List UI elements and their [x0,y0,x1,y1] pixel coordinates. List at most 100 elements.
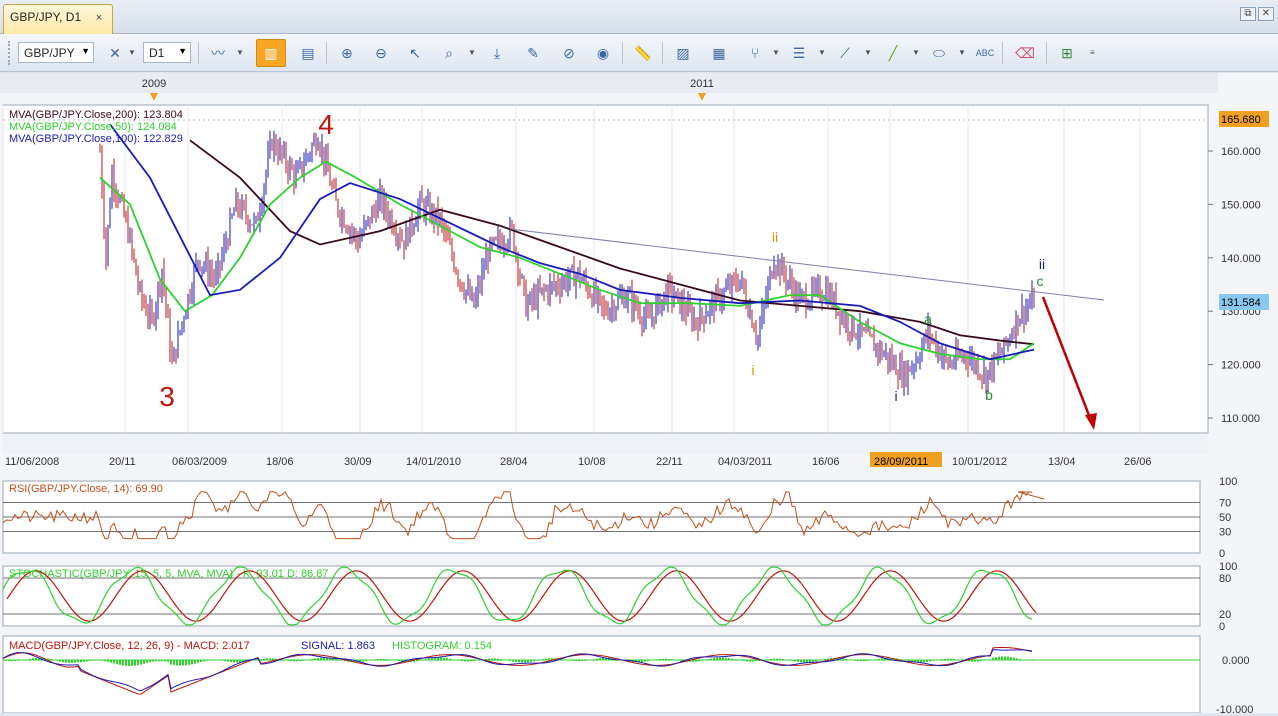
wave-label-a: a [924,311,932,327]
toolbar-separator [662,42,663,64]
wave-label-c: c [1037,273,1044,289]
rsi-tick-label: 0 [1219,548,1225,560]
stochastic-tick-label: 0 [1219,621,1225,633]
template-icon[interactable]: ▤ [297,42,319,64]
crosshair-icon[interactable]: ⊘ [558,42,580,64]
restore-icon[interactable]: ⧉ [1240,7,1256,21]
ruler-icon[interactable]: 📏 [632,42,654,64]
rsi-tick-label: 100 [1219,476,1237,488]
wave-label-i-minor: i [751,362,754,378]
macd-label: MACD(GBP/JPY.Close, 12, 26, 9) - MACD: 2… [9,640,250,652]
price-panel [2,104,1209,434]
timeframe-select[interactable]: D1 ▼ [143,42,191,63]
price-axis: 160.000150.000140.000130.000120.000110.0… [1208,146,1261,425]
window-close-icon[interactable]: ✕ [1258,7,1274,21]
zoom-in-icon[interactable]: ⊕ [336,42,358,64]
macd-axis: 0.000 -10.000 [1216,655,1253,716]
macd-signal-label: SIGNAL: 1.863 [301,640,375,652]
chart-tab-title: GBP/JPY, D1 [10,10,82,24]
symbol-select[interactable]: GBP/JPY ▼ [18,42,94,63]
date-label: 28/04 [500,456,528,468]
current-price-value: 131.584 [1221,297,1261,309]
stochastic-tick-label: 80 [1219,573,1231,585]
line-chart-icon[interactable]: 〰 [207,42,229,64]
toolbar-separator [326,42,327,64]
chevron-down-icon[interactable]: ▼ [912,48,920,57]
remove-indicator-icon[interactable]: ✕ [104,42,126,64]
date-label: 04/03/2011 [718,456,772,468]
wave-label-4: 4 [318,109,334,140]
toolbar-separator [622,42,623,64]
wave-label-3: 3 [159,381,175,412]
object-list-icon[interactable]: ⊞ [1056,42,1078,64]
toolbar-separator [198,42,199,64]
channel-icon[interactable]: ☰ [788,42,810,64]
date-label: 14/01/2010 [406,456,461,468]
date-label: 30/09 [344,456,372,468]
date-label: 26/06 [1124,456,1152,468]
date-axis-labels: 11/06/2008 20/11 06/03/2009 18/06 30/09 14/01… [5,456,1152,468]
close-icon[interactable]: × [92,11,106,25]
wave-label-b: b [985,387,993,403]
toolbar-grip[interactable] [8,41,12,65]
rsi-tick-label: 50 [1219,512,1231,524]
chart-area[interactable]: 2009 2011 160.000 150.000 140.000 130.000 12… [0,73,1278,716]
rsi-axis: 100 70 50 30 0 [1219,476,1237,560]
fan-icon[interactable]: ⟋ [834,42,856,64]
trendline-icon[interactable]: ╱ [882,42,904,64]
year-label: 2011 [690,78,714,90]
chart-toolbar: GBP/JPY ▼ ✕ ▼ D1 ▼ 〰 ▼ ▥ ▤ ⊕ ⊖ ↖ ⌕ ▼ ⤓ ✎ ⊘… [0,34,1278,72]
date-label: 10/08 [578,456,606,468]
macd-histogram-label: HISTOGRAM: 0.154 [392,640,492,652]
chevron-down-icon[interactable]: ▼ [772,48,780,57]
chevron-down-icon[interactable]: ▼ [236,48,244,57]
symbol-select-value: GBP/JPY [24,46,75,60]
ellipse-icon[interactable]: ⬭ [928,42,950,64]
chevron-down-icon[interactable]: ▼ [864,48,872,57]
year-label: 2009 [142,78,166,90]
wave-label-i: i [894,388,897,404]
date-label: 22/11 [656,456,683,468]
legend-mva-200: MVA(GBP/JPY.Close,200): 123.804 [9,109,183,121]
chart-tab[interactable]: GBP/JPY, D1 × [3,4,113,34]
fork-icon[interactable]: ⑂ [744,42,766,64]
price-tick-label: 140.000 [1221,253,1261,265]
globe-icon[interactable]: ◉ [592,42,614,64]
tab-bar: GBP/JPY, D1 × ⧉ ✕ [0,0,1278,34]
layout-icon[interactable]: ▦ [708,42,730,64]
macd-tick-label: 0.000 [1222,655,1250,667]
price-tick-label: 150.000 [1221,199,1261,211]
auto-scroll-icon[interactable]: ⤓ [486,42,508,64]
chevron-down-icon[interactable]: ▼ [958,48,966,57]
year-band [0,73,1218,93]
chevron-down-icon[interactable]: ▼ [128,48,136,57]
date-label: 20/11 [109,456,136,468]
stochastic-tick-label: 100 [1219,561,1237,573]
chart-shift-icon[interactable]: ✎ [522,42,544,64]
rsi-label: RSI(GBP/JPY.Close, 14): 69.90 [9,483,163,495]
date-label: 13/04 [1048,456,1076,468]
date-label: 06/03/2009 [172,456,227,468]
price-tick-label: 160.000 [1221,146,1261,158]
bar-chart-icon[interactable]: ▥ [256,39,286,67]
date-label: 18/06 [266,456,294,468]
price-tick-label: 110.000 [1221,413,1260,425]
toolbar-overflow-icon[interactable]: ≡ [1090,48,1095,57]
cursor-icon[interactable]: ↖ [404,42,426,64]
wave-label-ii-minor: ii [772,229,778,245]
image-icon[interactable]: ▨ [672,42,694,64]
toolbar-separator [1046,42,1047,64]
date-label: 28/09/2011 [874,456,928,468]
text-label-icon[interactable]: ABC [974,42,996,64]
zoom-out-icon[interactable]: ⊖ [370,42,392,64]
chart-canvas[interactable]: 2009 2011 160.000150.000140.000130.00012… [0,73,1278,716]
chevron-down-icon[interactable]: ▼ [818,48,826,57]
chevron-down-icon[interactable]: ▼ [468,48,476,57]
eraser-icon[interactable]: ⌫ [1014,42,1036,64]
price-tick-label: 120.000 [1221,360,1261,372]
stochastic-axis: 10080 200 [1219,561,1237,633]
chevron-down-icon: ▼ [178,46,187,56]
date-label: 16/06 [812,456,840,468]
indicator-icon[interactable]: ⌕ [438,42,460,64]
legend-mva-50: MVA(GBP/JPY.Close,50): 124.084 [9,121,177,133]
